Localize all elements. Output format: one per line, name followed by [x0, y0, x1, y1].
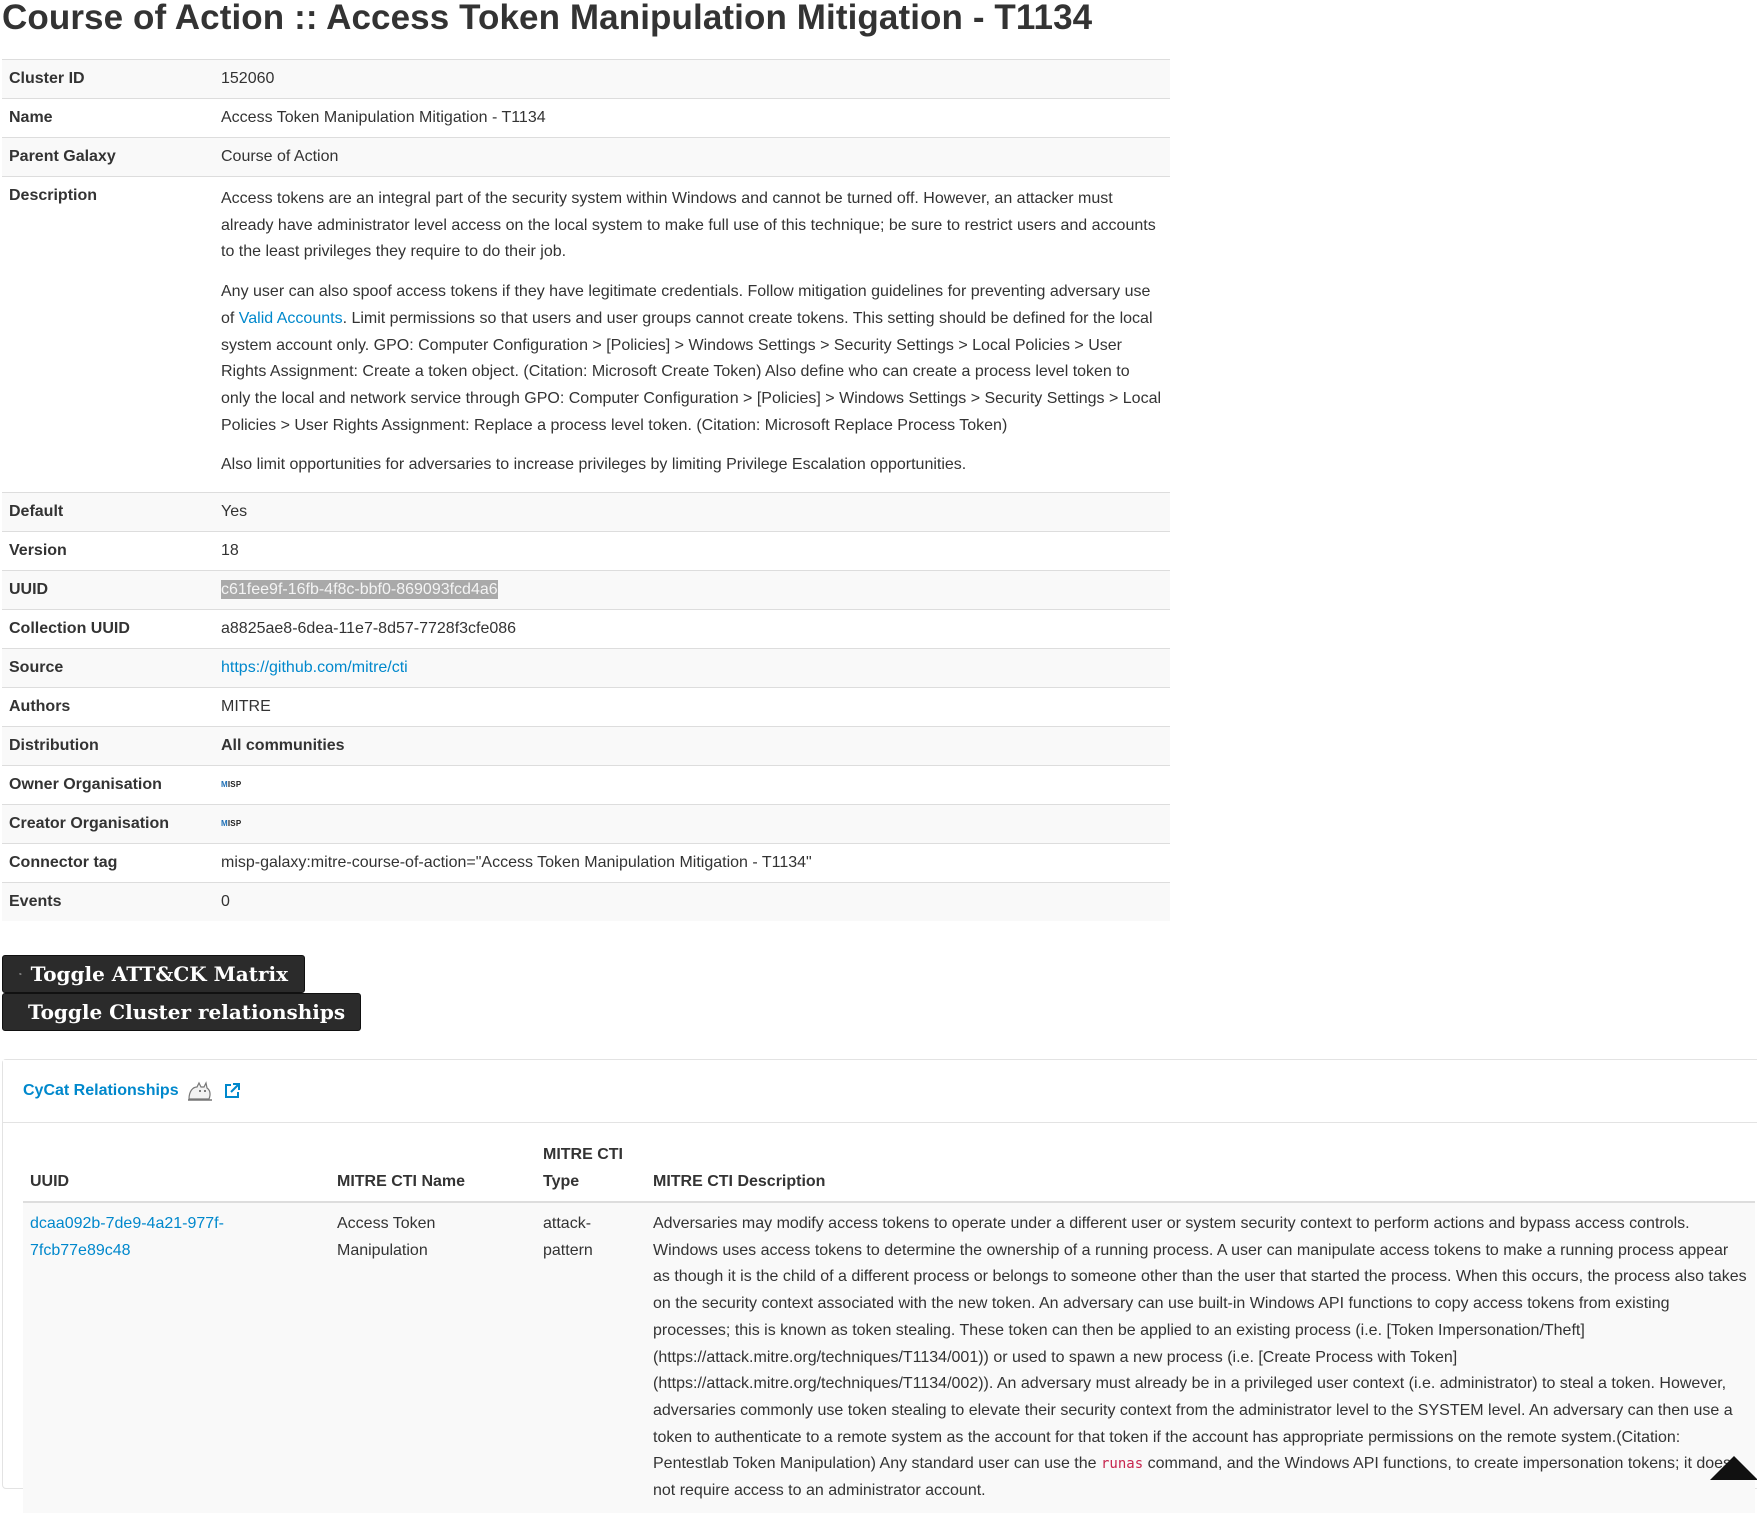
column-header-uuid[interactable]: UUID [23, 1137, 330, 1203]
row-events: Events 0 [2, 882, 1170, 922]
creator-org-label: Creator Organisation [9, 815, 170, 833]
row-collection-uuid: Collection UUID a8825ae8-6dea-11e7-8d57-… [2, 609, 1170, 649]
description-paragraph-3: Also limit opportunities for adversaries… [221, 456, 967, 474]
toggle-cluster-relationships-label: Toggle Cluster relationships [28, 1000, 346, 1024]
toggle-attack-matrix-button[interactable]: Toggle ATT&CK Matrix [2, 955, 305, 993]
row-cluster-id: Cluster ID 152060 [2, 59, 1170, 99]
column-header-description[interactable]: MITRE CTI Description [646, 1137, 1755, 1203]
cycat-relationships-title[interactable]: CyCat Relationships [23, 1082, 179, 1100]
table-header-row: UUID MITRE CTI Name MITRE CTI Type MITRE … [23, 1137, 1755, 1203]
distribution-label: Distribution [9, 737, 99, 755]
uuid-value[interactable]: c61fee9f-16fb-4f8c-bbf0-869093fcd4a6 [221, 580, 498, 600]
cycat-logo-icon [187, 1081, 212, 1101]
logo-letter: M [221, 779, 228, 789]
toggle-attack-matrix-label: Toggle ATT&CK Matrix [30, 962, 288, 986]
row-name: Name Access Token Manipulation Mitigatio… [2, 98, 1170, 138]
logo-letter: M [221, 818, 228, 828]
parent-galaxy-value: Course of Action [221, 148, 339, 165]
row-version: Version 18 [2, 531, 1170, 571]
column-header-name[interactable]: MITRE CTI Name [330, 1137, 536, 1203]
version-value: 18 [221, 542, 239, 560]
owner-org-cell: MISP [214, 766, 1170, 805]
eye-slash-icon [19, 972, 22, 976]
source-label: Source [9, 659, 64, 677]
cycat-panel-header: CyCat Relationships [3, 1060, 1757, 1123]
name-value: Access Token Manipulation Mitigation - T… [221, 109, 546, 126]
page-title: Course of Action :: Access Token Manipul… [2, 0, 1093, 37]
row-type-cell: attack-pattern [543, 1215, 593, 1259]
misp-logo-icon[interactable]: MISP [221, 814, 241, 834]
runas-code: runas [1101, 1456, 1144, 1473]
uuid-label: UUID [9, 581, 49, 599]
scroll-to-top-icon[interactable] [1710, 1456, 1757, 1480]
row-uuid: UUID c61fee9f-16fb-4f8c-bbf0-869093fcd4a… [2, 570, 1170, 610]
distribution-value: All communities [221, 737, 345, 755]
source-cell: https://github.com/mitre/cti [214, 649, 1170, 688]
logo-letters: ISP [227, 818, 242, 828]
row-parent-galaxy: Parent Galaxy Course of Action [2, 137, 1170, 177]
collection-uuid-value: a8825ae8-6dea-11e7-8d57-7728f3cfe086 [221, 620, 517, 638]
row-default: Default Yes [2, 492, 1170, 532]
description-value: Access tokens are an integral part of th… [214, 177, 1170, 493]
row-name-cell: Access Token Manipulation [337, 1215, 436, 1259]
column-header-type-line2: Type [543, 1173, 580, 1190]
cluster-id-value: 152060 [221, 70, 275, 87]
relationship-uuid-link[interactable]: dcaa092b-7de9-4a21-977f-7fcb77e89c48 [30, 1215, 224, 1259]
authors-value: MITRE [221, 698, 271, 716]
row-distribution: Distribution All communities [2, 726, 1170, 766]
row-owner-org: Owner Organisation MISP [2, 765, 1170, 805]
uuid-cell: c61fee9f-16fb-4f8c-bbf0-869093fcd4a6 [214, 571, 1170, 610]
toggle-cluster-relationships-button[interactable]: Toggle Cluster relationships [2, 993, 361, 1031]
description-text: . Limit permissions so that users and us… [221, 309, 1162, 434]
version-label: Version [9, 542, 67, 560]
parent-galaxy-label: Parent Galaxy [9, 148, 116, 165]
row-creator-org: Creator Organisation MISP [2, 804, 1170, 844]
external-link-icon[interactable] [223, 1082, 241, 1100]
cycat-panel-body: UUID MITRE CTI Name MITRE CTI Type MITRE … [3, 1123, 1757, 1513]
cluster-info-table: Cluster ID 152060 Name Access Token Mani… [2, 59, 1170, 922]
description-paragraph-2: Any user can also spoof access tokens if… [221, 279, 1163, 439]
description-label: Description [9, 187, 98, 204]
cycat-relationships-table: UUID MITRE CTI Name MITRE CTI Type MITRE … [23, 1137, 1755, 1513]
cycat-relationships-panel: CyCat Relationships UUID MITRE CTI Name … [2, 1059, 1757, 1513]
connector-tag-label: Connector tag [9, 854, 118, 872]
events-value: 0 [221, 893, 230, 911]
cluster-id-label: Cluster ID [9, 70, 85, 87]
valid-accounts-link[interactable]: Valid Accounts [239, 310, 343, 327]
row-authors: Authors MITRE [2, 687, 1170, 727]
column-header-type[interactable]: MITRE CTI Type [536, 1137, 646, 1203]
column-header-type-line1: MITRE CTI [543, 1146, 623, 1163]
description-paragraph-1: Access tokens are an integral part of th… [221, 190, 1156, 261]
row-connector-tag: Connector tag misp-galaxy:mitre-course-o… [2, 843, 1170, 883]
row-uuid-cell: dcaa092b-7de9-4a21-977f-7fcb77e89c48 [23, 1202, 330, 1513]
owner-org-label: Owner Organisation [9, 776, 162, 794]
table-row: dcaa092b-7de9-4a21-977f-7fcb77e89c48 Acc… [23, 1202, 1755, 1513]
misp-logo-icon[interactable]: MISP [221, 775, 241, 795]
creator-org-cell: MISP [214, 805, 1170, 844]
authors-label: Authors [9, 698, 71, 716]
source-link[interactable]: https://github.com/mitre/cti [221, 659, 408, 676]
events-label: Events [9, 893, 62, 911]
collection-uuid-label: Collection UUID [9, 620, 130, 638]
row-source: Source https://github.com/mitre/cti [2, 648, 1170, 688]
description-text: Adversaries may modify access tokens to … [653, 1215, 1747, 1473]
default-label: Default [9, 503, 64, 521]
default-value: Yes [221, 503, 248, 521]
row-description: Description Access tokens are an integra… [2, 176, 1170, 493]
name-label: Name [9, 109, 53, 126]
row-description-cell: Adversaries may modify access tokens to … [646, 1202, 1755, 1513]
logo-letters: ISP [227, 779, 242, 789]
connector-tag-value: misp-galaxy:mitre-course-of-action="Acce… [221, 854, 812, 872]
